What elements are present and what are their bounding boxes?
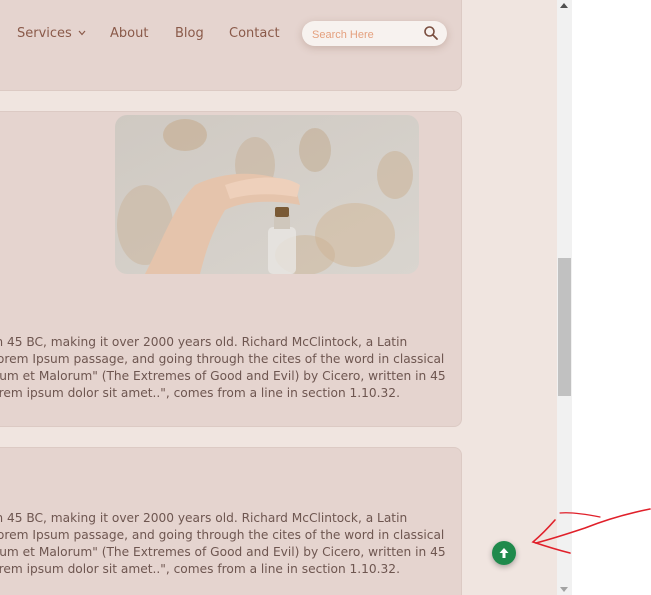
back-to-top-button[interactable]	[492, 541, 516, 565]
nav-contact[interactable]: Contact	[229, 26, 280, 41]
nav-about[interactable]: About	[110, 26, 148, 41]
card-text: rom 45 BC, making it over 2000 years old…	[0, 510, 501, 578]
nav-services-label: Services	[17, 26, 72, 41]
blog-card: rom 45 BC, making it over 2000 years old…	[0, 447, 462, 595]
nav-services[interactable]: Services	[17, 26, 86, 41]
main-nav: Services About Blog Contact	[0, 0, 557, 66]
card-text: rom 45 BC, making it over 2000 years old…	[0, 334, 501, 402]
dropper-bottle-photo	[115, 115, 419, 274]
arrow-up-icon	[498, 544, 510, 563]
scroll-down-arrow-icon[interactable]	[560, 587, 568, 592]
blog-card: rom 45 BC, making it over 2000 years old…	[0, 111, 462, 427]
search-input[interactable]	[310, 25, 419, 44]
page-viewport: Services About Blog Contact Search Here …	[0, 0, 557, 595]
search-box	[302, 21, 447, 46]
card-text-line: "Lorem ipsum dolor sit amet..", comes fr…	[0, 562, 400, 576]
scrollbar-thumb[interactable]	[558, 258, 571, 396]
search-icon[interactable]	[423, 25, 439, 41]
card-text-line: norum et Malorum" (The Extremes of Good …	[0, 369, 446, 383]
card-text-line: "Lorem ipsum dolor sit amet..", comes fr…	[0, 386, 400, 400]
scroll-up-arrow-icon[interactable]	[560, 3, 568, 8]
card-text-line: a Lorem Ipsum passage, and going through…	[0, 528, 445, 542]
vertical-scrollbar[interactable]	[557, 0, 572, 595]
card-text-line: a Lorem Ipsum passage, and going through…	[0, 352, 445, 366]
card-image	[115, 115, 419, 274]
card-text-line: rom 45 BC, making it over 2000 years old…	[0, 335, 408, 349]
chevron-down-icon	[75, 29, 86, 39]
card-text-line: rom 45 BC, making it over 2000 years old…	[0, 511, 408, 525]
card-text-line: norum et Malorum" (The Extremes of Good …	[0, 545, 446, 559]
nav-blog[interactable]: Blog	[175, 26, 204, 41]
